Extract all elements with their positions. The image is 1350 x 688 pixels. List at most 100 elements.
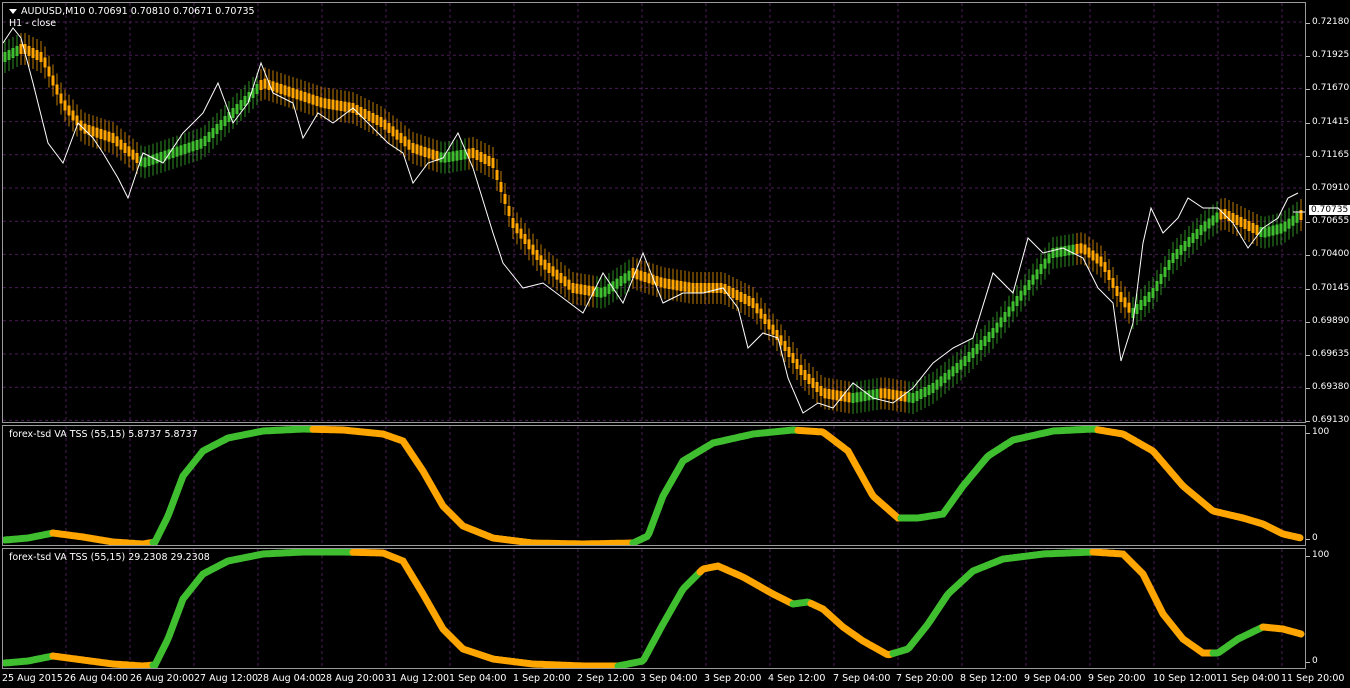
candle-body	[819, 386, 823, 396]
candle-body	[1167, 260, 1171, 270]
candle-body	[523, 234, 527, 244]
symbol-header-text: AUDUSD,M10 0.70691 0.70810 0.70671 0.707…	[21, 6, 255, 17]
candle-body	[103, 130, 107, 141]
indicator-line-segment	[794, 426, 904, 522]
candle-body	[831, 389, 835, 400]
candle-body	[95, 127, 99, 138]
candle-body	[567, 279, 571, 290]
candle-body	[1155, 281, 1159, 291]
candle-body	[1267, 226, 1271, 237]
candle-body	[755, 303, 759, 314]
candle-body	[175, 146, 179, 157]
candle-body	[947, 369, 951, 380]
candle-body	[1087, 247, 1091, 258]
time-tick-8: 1 Sep 20:00	[513, 673, 571, 684]
time-tick-15: 8 Sep 12:00	[960, 673, 1018, 684]
candle-body	[1099, 256, 1103, 267]
candle-body	[935, 379, 939, 390]
candle-body	[287, 86, 291, 97]
candle-body	[203, 136, 207, 146]
candle-body	[299, 90, 303, 101]
time-tick-3: 27 Aug 12:00	[194, 673, 259, 684]
candle-body	[1139, 300, 1143, 310]
candle-body	[991, 328, 995, 338]
candle-body	[783, 341, 787, 351]
indicator-2-pane[interactable]: forex-tsd VA TSS (55,15) 29.2308 29.2308	[2, 548, 1306, 669]
candle-body	[703, 283, 707, 293]
candle-body	[43, 57, 47, 68]
indicator-1-canvas[interactable]	[3, 426, 1305, 545]
candle-body	[479, 152, 483, 162]
candle-body	[179, 145, 183, 156]
candle-body	[875, 389, 879, 399]
candle-body	[47, 66, 51, 77]
indicator-2-canvas[interactable]	[3, 549, 1305, 668]
candle-body	[3, 52, 7, 62]
candle-body	[291, 88, 295, 98]
candle-body	[1175, 249, 1179, 259]
candle-body	[1103, 262, 1107, 272]
candle-body	[747, 296, 751, 306]
candle-body	[407, 139, 411, 150]
candle-body	[579, 284, 583, 295]
candle-body	[27, 46, 31, 56]
candle-body	[1271, 225, 1275, 236]
time-tick-6: 31 Aug 12:00	[385, 673, 450, 684]
price-chart-pane[interactable]: AUDUSD,M10 0.70691 0.70810 0.70671 0.707…	[2, 2, 1306, 423]
collapse-triangle-icon[interactable]	[9, 9, 17, 14]
candle-body	[235, 104, 239, 114]
indicator-1-pane[interactable]: forex-tsd VA TSS (55,15) 5.8737 5.8737	[2, 425, 1306, 546]
candle-body	[1211, 215, 1215, 226]
candle-body	[91, 126, 95, 137]
price-axis[interactable]: 0.72180 0.71925 0.71670 0.71415 0.71165 0.709…	[1305, 2, 1350, 425]
candle-body	[827, 389, 831, 399]
candle-body	[763, 314, 767, 324]
candle-body	[187, 142, 191, 153]
candle-body	[623, 273, 627, 284]
candle-body	[223, 116, 227, 126]
candle-body	[31, 48, 35, 58]
candle-body	[55, 84, 59, 95]
time-tick-16: 9 Sep 04:00	[1024, 673, 1082, 684]
candle-body	[919, 389, 923, 399]
indicator-1-title: forex-tsd VA TSS (55,15) 5.8737 5.8737	[9, 429, 198, 440]
indicator-line-segment	[309, 426, 637, 545]
candle-body	[143, 157, 147, 168]
candle-body	[907, 392, 911, 403]
indicator-2-axis: 100 0	[1305, 548, 1350, 669]
candle-body	[695, 283, 699, 293]
candle-body	[615, 278, 619, 289]
indicator-line-segment	[807, 599, 897, 659]
candle-body	[715, 283, 719, 293]
close-price-line	[3, 27, 1299, 414]
time-tick-18: 10 Sep 12:00	[1153, 673, 1217, 684]
candle-body	[675, 280, 679, 291]
indicator-label: H1 - close	[9, 18, 57, 29]
candle-body	[1239, 217, 1243, 227]
candle-body	[607, 284, 611, 294]
candle-body	[559, 273, 563, 283]
candle-body	[1007, 306, 1011, 317]
candle-body	[1279, 223, 1283, 234]
candle-body	[431, 149, 435, 160]
candle-body	[7, 50, 11, 60]
candle-body	[951, 366, 955, 377]
candle-body	[1187, 237, 1191, 247]
price-chart-canvas[interactable]	[3, 3, 1305, 422]
price-tick-1: 0.71925	[1305, 50, 1350, 61]
candle-body	[527, 239, 531, 250]
candle-body	[127, 146, 131, 157]
candle-body	[1027, 280, 1031, 290]
candle-body	[335, 100, 339, 111]
candle-body	[1151, 288, 1155, 298]
candle-body	[1191, 233, 1195, 243]
time-tick-1: 26 Aug 04:00	[64, 673, 129, 684]
candle-body	[1043, 258, 1047, 269]
indicator-line-segment	[696, 562, 796, 607]
candle-body	[1203, 221, 1207, 232]
candle-body	[595, 287, 599, 297]
price-tick-5: 0.70910	[1305, 183, 1350, 193]
candle-body	[415, 144, 419, 155]
candle-body	[1011, 301, 1015, 312]
candle-body	[383, 119, 387, 130]
